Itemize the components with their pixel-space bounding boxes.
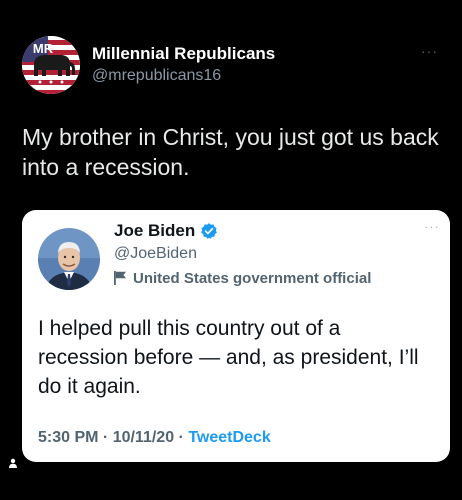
joe-biden-avatar[interactable] — [38, 228, 100, 290]
user-icon[interactable] — [8, 458, 18, 468]
quoted-tweet-card[interactable]: Joe Biden @JoeBiden United States govern… — [22, 210, 450, 462]
millennial-republicans-avatar[interactable]: MR — [22, 36, 80, 94]
outer-display-name[interactable]: Millennial Republicans — [92, 44, 275, 64]
outer-handle[interactable]: @mrepublicans16 — [92, 66, 275, 86]
verified-badge-icon — [201, 223, 218, 239]
tweet-date[interactable]: 10/11/20 — [113, 429, 174, 446]
footer-separator-1: · — [98, 429, 113, 446]
flag-icon — [114, 271, 126, 285]
quoted-tweet-footer: 5:30 PM · 10/11/20 · TweetDeck — [38, 429, 271, 447]
quoted-tweet-text: I helped pull this country out of a rece… — [38, 317, 419, 398]
quoted-more-options-icon[interactable]: ··· — [424, 220, 440, 233]
government-label: United States government official — [133, 269, 372, 287]
elephant-flag-avatar-icon: MR — [22, 36, 80, 94]
more-options-icon[interactable]: ··· — [421, 44, 438, 58]
tweet-source-link[interactable]: TweetDeck — [188, 429, 270, 446]
quoted-display-name[interactable]: Joe Biden — [114, 221, 195, 241]
quoted-tweet-names: Joe Biden @JoeBiden United States govern… — [114, 220, 434, 289]
outer-tweet: MR Millennial Republicans @mrepublicans1… — [0, 0, 462, 500]
tweet-time[interactable]: 5:30 PM — [38, 429, 98, 446]
quoted-handle[interactable]: @JoeBiden — [114, 243, 434, 265]
avatar-monogram: MR — [33, 41, 54, 56]
quoted-name-row: Joe Biden — [114, 220, 434, 242]
footer-separator-2: · — [174, 429, 189, 446]
outer-tweet-header: MR Millennial Republicans @mrepublicans1… — [22, 36, 442, 94]
outer-tweet-names: Millennial Republicans @mrepublicans16 — [92, 44, 275, 86]
person-portrait-icon — [38, 228, 100, 290]
government-label-row[interactable]: United States government official — [114, 267, 434, 289]
outer-tweet-text: My brother in Christ, you just got us ba… — [22, 124, 439, 180]
